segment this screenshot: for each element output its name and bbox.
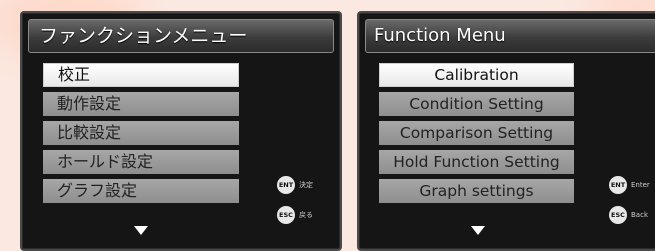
esc-hint-label: 戻る <box>299 211 313 219</box>
menu-item-comparison-setting[interactable]: 比較設定 <box>43 121 239 145</box>
esc-hint[interactable]: ESC 戻る <box>277 206 313 224</box>
menu-item-calibration[interactable]: Calibration <box>379 63 574 87</box>
esc-hint[interactable]: ESC Back <box>609 206 648 224</box>
title-bar: Function Menu <box>365 19 655 53</box>
ent-hint-label: Enter <box>631 181 650 189</box>
esc-key-icon: ESC <box>277 206 295 224</box>
menu-item-condition-setting[interactable]: 動作設定 <box>43 92 239 116</box>
ent-hint[interactable]: ENT 決定 <box>277 176 313 194</box>
function-menu-list: Calibration Condition Setting Comparison… <box>379 63 574 208</box>
ent-hint[interactable]: ENT Enter <box>609 176 650 194</box>
ent-hint-label: 決定 <box>299 181 313 189</box>
ent-key-icon: ENT <box>609 176 627 194</box>
menu-item-comparison-setting[interactable]: Comparison Setting <box>379 121 574 145</box>
scroll-down-arrow-icon[interactable] <box>134 226 148 235</box>
menu-item-condition-setting[interactable]: Condition Setting <box>379 92 574 116</box>
japanese-function-menu-screen: ファンクションメニュー 校正 動作設定 比較設定 ホールド設定 グラフ設定 EN… <box>20 11 342 251</box>
menu-item-calibration[interactable]: 校正 <box>43 63 239 87</box>
title-bar: ファンクションメニュー <box>28 19 334 53</box>
menu-item-graph-settings[interactable]: Graph settings <box>379 179 574 203</box>
function-menu-list: 校正 動作設定 比較設定 ホールド設定 グラフ設定 <box>43 63 239 208</box>
ent-key-icon: ENT <box>277 176 295 194</box>
screen-title: ファンクションメニュー <box>39 25 248 47</box>
menu-item-graph-settings[interactable]: グラフ設定 <box>43 179 239 203</box>
menu-item-hold-function-setting[interactable]: Hold Function Setting <box>379 150 574 174</box>
screen-title: Function Menu <box>374 25 506 46</box>
menu-item-hold-setting[interactable]: ホールド設定 <box>43 150 239 174</box>
english-function-menu-screen: Function Menu Calibration Condition Sett… <box>357 11 655 251</box>
scroll-down-arrow-icon[interactable] <box>471 226 485 235</box>
esc-key-icon: ESC <box>609 206 627 224</box>
esc-hint-label: Back <box>631 211 648 219</box>
